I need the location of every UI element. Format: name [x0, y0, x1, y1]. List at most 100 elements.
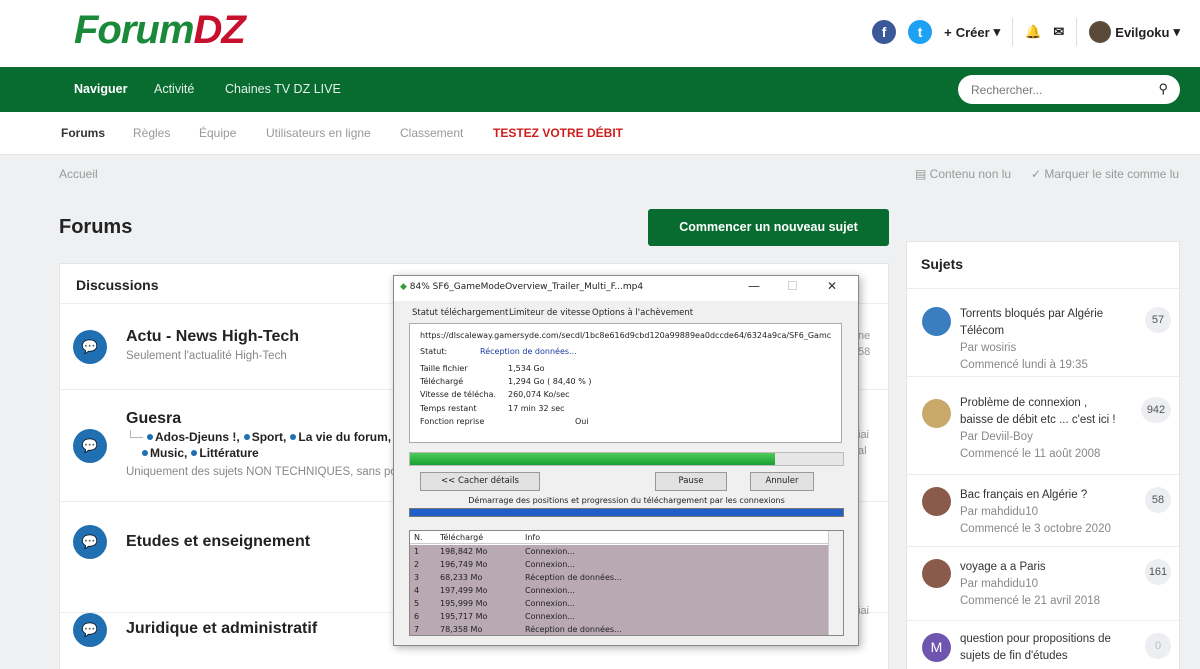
topic-title[interactable]: Problème de connexion , baisse de débit … — [960, 395, 1120, 429]
twitter-icon[interactable]: t — [908, 20, 933, 44]
table-cell: 4 — [414, 586, 420, 595]
subnav-equipe[interactable]: Équipe — [199, 126, 236, 140]
mark-read-link[interactable]: ✓ Marquer le site comme lu — [1031, 167, 1179, 181]
pause-button[interactable]: Pause — [655, 472, 727, 491]
column-header[interactable]: N. — [414, 533, 423, 542]
main-nav: Naviguer Activité Chaines TV DZ LIVE Rec… — [0, 67, 1200, 112]
new-topic-button[interactable]: Commencer un nouveau sujet — [648, 209, 889, 246]
facebook-icon[interactable]: f — [872, 20, 897, 44]
subforum-link[interactable]: Sport — [252, 430, 283, 444]
list-icon: ▤ — [915, 167, 930, 181]
tab-completion-options[interactable]: Options à l'achèvement — [592, 308, 693, 318]
topic-item[interactable]: M question pour propositions de sujets d… — [907, 620, 1181, 669]
field-label: Temps restant — [420, 404, 477, 413]
dialog-title: 84% SF6_GameModeOverview_Trailer_Multi_F… — [409, 282, 644, 292]
tab-speed-limiter[interactable]: Limiteur de vitesse — [509, 308, 590, 318]
subnav-regles[interactable]: Règles — [133, 126, 170, 140]
table-row[interactable]: 2 196,749 Mo Connexion... — [410, 558, 828, 571]
nav-tv-live[interactable]: Chaines TV DZ LIVE — [225, 82, 341, 96]
topic-text: Bac français en Algérie ? Par mahdidu10 Co… — [960, 487, 1120, 538]
topic-title[interactable]: Torrents bloqués par Algérie Télécom — [960, 306, 1120, 340]
create-menu[interactable]: + Créer ▾ — [944, 24, 1000, 40]
table-cell: 195,999 Mo — [440, 599, 488, 608]
table-cell: 197,499 Mo — [440, 586, 488, 595]
topic-title[interactable]: voyage a a Paris — [960, 559, 1120, 576]
table-row[interactable]: 6 195,717 Mo Connexion... — [410, 610, 828, 623]
topic-text: Problème de connexion , baisse de débit … — [960, 395, 1120, 463]
field-label: Fonction reprise — [420, 417, 485, 426]
reply-count: 942 — [1141, 397, 1171, 423]
table-cell: Connexion... — [525, 599, 575, 608]
forum-title[interactable]: Guesra — [126, 410, 181, 428]
table-cell: 198,842 Mo — [440, 547, 488, 556]
table-cell: Connexion... — [525, 612, 575, 621]
table-cell: Réception de données... — [525, 625, 622, 634]
table-cell: 5 — [414, 599, 420, 608]
topic-text: question pour propositions de sujets de … — [960, 631, 1120, 665]
table-cell: 68,233 Mo — [440, 573, 483, 582]
user-menu[interactable]: Evilgoku ▾ — [1089, 21, 1180, 43]
unread-content-link[interactable]: ▤ Contenu non lu — [915, 167, 1011, 181]
envelope-icon[interactable]: ✉ — [1053, 24, 1064, 40]
reply-count: 161 — [1145, 559, 1171, 585]
topic-title[interactable]: question pour propositions de sujets de … — [960, 631, 1120, 665]
table-row[interactable]: 3 68,233 Mo Réception de données... — [410, 571, 828, 584]
table-row[interactable]: 4 197,499 Mo Connexion... — [410, 584, 828, 597]
status-label: Statut: — [420, 347, 448, 356]
topic-item[interactable]: Bac français en Algérie ? Par mahdidu10 Co… — [907, 474, 1181, 546]
table-cell: Connexion... — [525, 560, 575, 569]
close-button[interactable]: ✕ — [827, 279, 837, 293]
progress-fill — [410, 453, 776, 465]
subforum-link[interactable]: Littérature — [199, 446, 258, 460]
dot-icon — [290, 434, 297, 440]
maximize-button[interactable]: ☐ — [787, 279, 798, 293]
topic-date: Commencé le 11 août 2008 — [960, 448, 1101, 460]
search-icon[interactable]: ⚲ — [1158, 81, 1168, 97]
site-header: ForumDZ f t + Créer ▾ 🔔 ✉ Evilgoku ▾ — [0, 0, 1200, 67]
column-header[interactable]: Téléchargé — [440, 533, 483, 542]
column-header[interactable]: Info — [525, 533, 540, 542]
divider — [1076, 18, 1078, 46]
forum-title[interactable]: Juridique et administratif — [126, 620, 317, 638]
forum-title[interactable]: Etudes et enseignement — [126, 533, 310, 551]
subnav-forums[interactable]: Forums — [61, 126, 105, 140]
subnav-classement[interactable]: Classement — [400, 126, 463, 140]
nav-activite[interactable]: Activité — [154, 82, 194, 96]
topic-item[interactable]: Torrents bloqués par Algérie Télécom Par … — [907, 288, 1181, 376]
download-app-icon: ◆ — [400, 282, 410, 292]
field-label: Taille fichier — [420, 364, 468, 373]
table-row[interactable]: 5 195,999 Mo Connexion... — [410, 597, 828, 610]
table-row[interactable]: 7 78,358 Mo Réception de données... — [410, 623, 828, 635]
subforum-link[interactable]: Ados-Djeuns ! — [155, 430, 236, 444]
cancel-button[interactable]: Annuler — [750, 472, 814, 491]
topic-title[interactable]: Bac français en Algérie ? — [960, 487, 1120, 504]
field-label: Vitesse de télécha. — [420, 390, 497, 399]
field-value: 1,294 Go ( 84,40 % ) — [508, 377, 592, 386]
site-logo[interactable]: ForumDZ — [74, 8, 246, 53]
breadcrumb[interactable]: Accueil — [59, 167, 98, 181]
last-post-partial: al — [858, 445, 867, 457]
forum-title[interactable]: Actu - News High-Tech — [126, 328, 299, 346]
field-value: 260,074 Ko/sec — [508, 390, 570, 399]
table-row[interactable]: 1 198,842 Mo Connexion... — [410, 545, 828, 558]
dot-icon — [243, 434, 250, 440]
tab-download-status[interactable]: Statut téléchargement — [412, 308, 508, 318]
hide-details-button[interactable]: << Cacher détails — [420, 472, 540, 491]
subnav-speedtest[interactable]: TESTEZ VOTRE DÉBIT — [493, 126, 623, 140]
connections-table: N. Téléchargé Info 1 198,842 Mo Connexion.… — [409, 530, 844, 636]
scrollbar[interactable] — [828, 531, 843, 635]
bell-icon[interactable]: 🔔 — [1025, 24, 1041, 40]
minimize-button[interactable]: — — [748, 279, 760, 293]
logo-text-forum: Forum — [74, 8, 194, 52]
topic-item[interactable]: voyage a a Paris Par mahdidu10 Commencé le… — [907, 546, 1181, 620]
nav-naviguer[interactable]: Naviguer — [74, 82, 128, 96]
table-cell: 7 — [414, 625, 420, 634]
avatar — [922, 487, 951, 516]
search-input[interactable]: Rechercher... ⚲ — [958, 75, 1180, 104]
chat-bubble-icon: 💬 — [73, 525, 107, 559]
subforum-link[interactable]: Music — [150, 446, 184, 460]
last-post-partial: ne — [858, 330, 871, 342]
subforum-link[interactable]: La vie du forum — [298, 430, 387, 444]
topic-item[interactable]: Problème de connexion , baisse de débit … — [907, 376, 1181, 474]
subnav-online-users[interactable]: Utilisateurs en ligne — [266, 126, 371, 140]
